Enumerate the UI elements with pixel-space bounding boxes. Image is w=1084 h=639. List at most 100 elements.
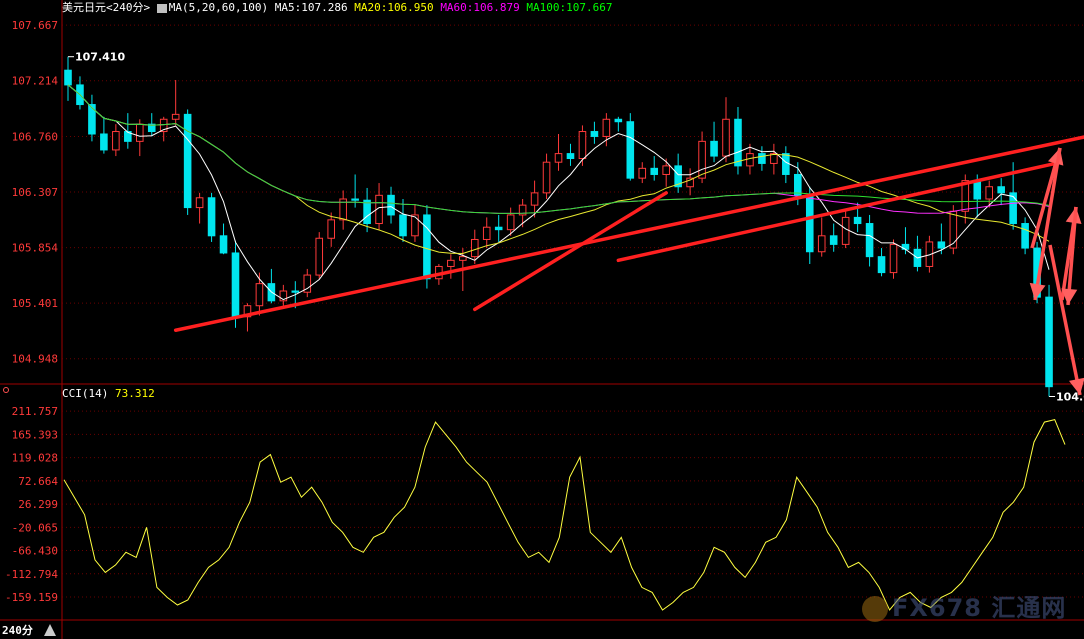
annotation-label: 107.410 [75, 51, 125, 64]
candle-body [135, 123, 144, 142]
candle-body [112, 131, 120, 151]
candle-body [817, 235, 826, 253]
price-panel-header: 美元日元<240分> MA(5,20,60,100) MA5:107.286 M… [62, 1, 613, 14]
candle-body [722, 118, 730, 157]
price-tick-label: 106.307 [12, 186, 58, 199]
candle-body [459, 256, 467, 261]
candle-body [207, 197, 216, 237]
candle-body [1045, 296, 1053, 388]
price-tick-label: 104.948 [12, 353, 58, 366]
candle-body [1009, 192, 1017, 225]
candle-body [88, 104, 96, 135]
watermark: FX678 汇通网 [862, 588, 1066, 623]
price-tick-label: 105.854 [12, 242, 59, 255]
candle-body [315, 237, 324, 276]
candle-body [447, 259, 455, 267]
candle-body [734, 118, 742, 167]
candle-body [841, 216, 850, 245]
panel-settings-icon [3, 387, 9, 393]
candle-body [937, 241, 946, 249]
timeframe-label[interactable]: 240分 [2, 622, 33, 638]
candle-body [327, 219, 335, 239]
cci-tick-label: -20.065 [12, 521, 58, 534]
cci-tick-label: 165.393 [12, 428, 58, 441]
watermark-text: FX678 汇通网 [892, 594, 1067, 622]
price-tick-label: 107.667 [12, 19, 58, 32]
candle-body [219, 235, 228, 254]
candle-body [183, 113, 192, 209]
cci-tick-label: 211.757 [12, 405, 58, 418]
symbol-label: 美元日元 [62, 1, 106, 14]
cci-tick-label: 72.664 [18, 475, 58, 488]
cci-tick-label: -159.159 [5, 591, 58, 604]
candle-body [363, 199, 371, 225]
candle-body [758, 153, 766, 164]
cci-line [63, 419, 1066, 611]
watermark-logo-icon [862, 596, 888, 622]
candle-body [291, 290, 300, 293]
candle-body [853, 216, 862, 225]
candle-body [171, 113, 180, 120]
cci-value: 73.312 [114, 387, 155, 400]
ma20-value: MA20:106.950 [354, 1, 434, 14]
candle-body [877, 256, 886, 274]
candle-body [494, 226, 503, 231]
price-tick-label: 107.214 [12, 75, 59, 88]
candle-body [542, 161, 551, 194]
trendline [616, 160, 1063, 263]
candle-body [590, 131, 599, 137]
candle-body [255, 283, 264, 307]
candle-body [351, 198, 359, 201]
candle-body [387, 194, 395, 216]
candle-body [997, 186, 1005, 194]
candle-body [638, 167, 647, 179]
ma100-value: MA100:107.667 [526, 1, 613, 14]
cci-tick-label: -66.430 [12, 545, 58, 558]
cci-tick-label: 26.299 [18, 498, 58, 511]
ma5-value: MA5:107.286 [274, 1, 348, 14]
candle-body [973, 180, 982, 200]
candle-body [482, 226, 491, 240]
candle-body [399, 214, 407, 237]
candle-body [829, 235, 838, 245]
candle-body [865, 223, 874, 258]
candle-body [710, 140, 718, 157]
trendline [473, 191, 668, 312]
candle-body [805, 194, 814, 253]
candle-body [423, 214, 431, 280]
cci-label: CCI(14) [62, 387, 109, 400]
candle-body [698, 140, 706, 179]
candle-body [554, 153, 563, 163]
candle-body [889, 243, 898, 274]
candle-body [782, 153, 790, 175]
timeframe-arrow-icon [44, 624, 56, 636]
candle-body [231, 252, 240, 318]
candle-body [506, 214, 515, 231]
candle-body [64, 69, 72, 86]
cci-tick-label: 119.028 [12, 452, 58, 465]
cci-panel-header: CCI(14) 73.312 [62, 387, 155, 400]
ma-params-label: MA(5,20,60,100) [168, 1, 269, 14]
candle-body [650, 167, 659, 175]
candle-body [566, 153, 575, 160]
candle-body [100, 133, 108, 151]
candle-body [602, 118, 611, 137]
candle-body [1021, 223, 1029, 249]
candle-body [195, 197, 204, 209]
candle-body [411, 214, 419, 237]
price-tick-label: 106.760 [12, 130, 58, 143]
candle-body [985, 186, 994, 200]
projection-arrow [1048, 244, 1082, 396]
indicator-icon[interactable] [156, 3, 167, 13]
candle-body [949, 210, 958, 249]
candle-body [746, 153, 754, 167]
price-tick-label: 105.401 [12, 297, 58, 310]
candle-body [470, 238, 479, 258]
cci-tick-label: -112.794 [5, 568, 58, 581]
candle-body [794, 173, 802, 196]
price-chart[interactable]: 107.667 107.214 106.760 106.307 105.854 105.4… [0, 0, 1084, 639]
candle-body [578, 131, 587, 160]
period-label: <240分> [106, 1, 151, 14]
candle-body [626, 121, 635, 179]
candle-body [530, 192, 539, 206]
